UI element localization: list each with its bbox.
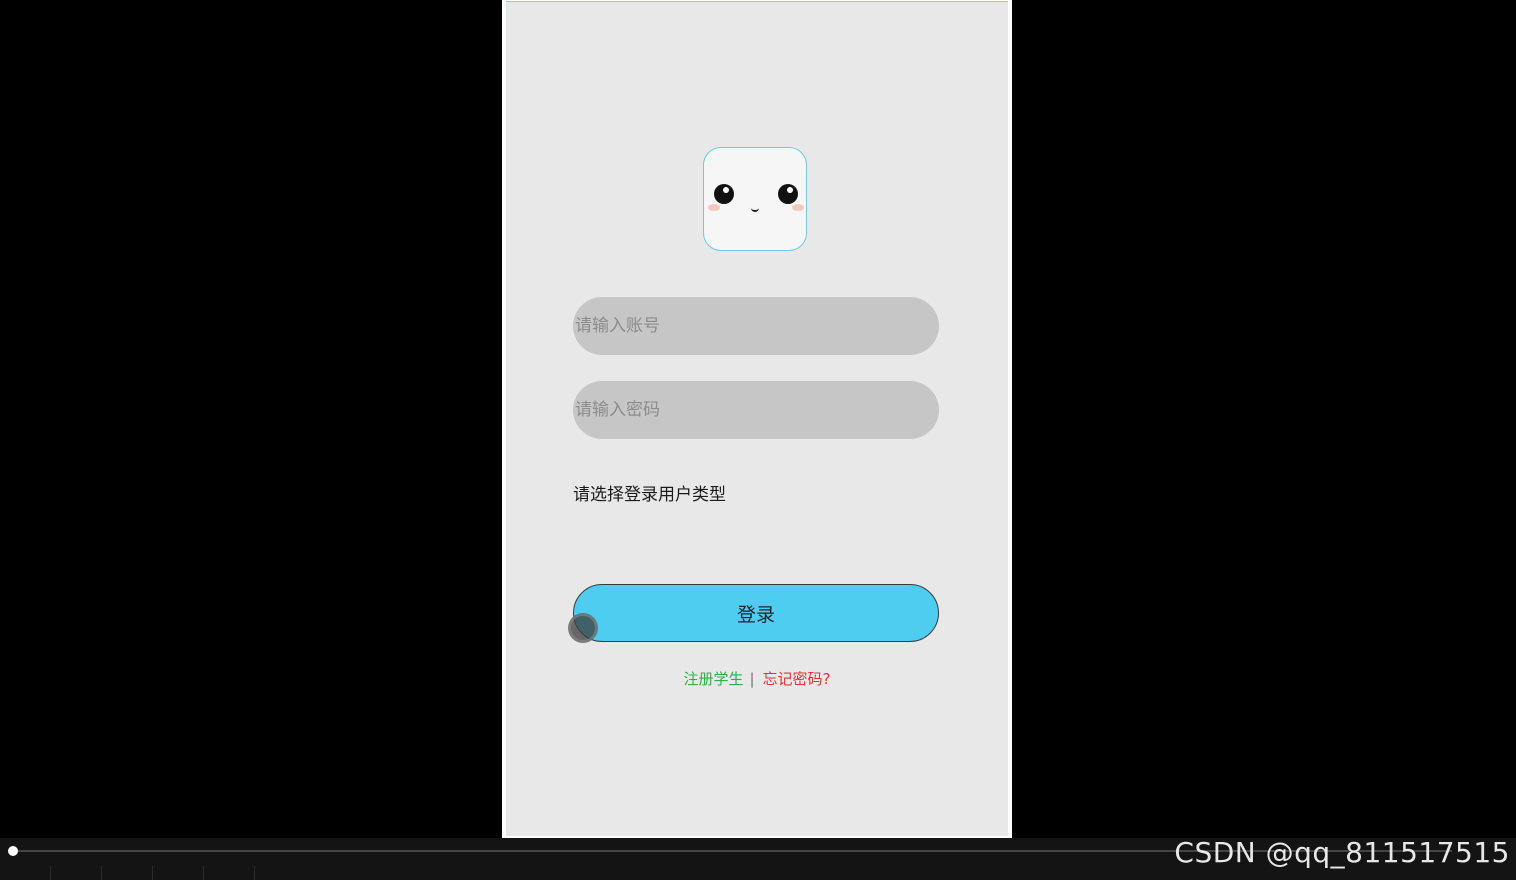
user-type-label: 请选择登录用户类型 [573,485,726,505]
left-eye [714,184,734,204]
control-segment[interactable] [204,866,255,880]
login-button[interactable]: 登录 [573,584,939,642]
control-segment[interactable] [102,866,153,880]
link-separator: | [749,670,755,688]
control-segment[interactable] [153,866,204,880]
right-eye [778,184,798,204]
cute-face-icon [703,147,807,251]
login-page: 请选择登录用户类型 登录 注册学生 | 忘记密码? [506,1,1008,836]
left-blush [708,204,720,211]
auth-links: 注册学生 | 忘记密码? [506,668,1008,689]
phone-frame: 请选择登录用户类型 登录 注册学生 | 忘记密码? [502,0,1012,838]
right-blush [792,204,804,211]
screen: 请选择登录用户类型 登录 注册学生 | 忘记密码? CSDN @qq_8115175… [0,0,1516,880]
account-input[interactable] [573,297,939,355]
password-input[interactable] [573,381,939,439]
watermark: CSDN @qq_811517515 [1174,836,1510,869]
forgot-password-link[interactable]: 忘记密码? [763,670,831,688]
progress-knob[interactable] [8,846,18,856]
register-student-link[interactable]: 注册学生 [683,670,743,688]
control-segment[interactable] [51,866,102,880]
mouth [751,205,759,212]
control-segment[interactable] [0,866,51,880]
touch-cursor-indicator [568,613,598,643]
